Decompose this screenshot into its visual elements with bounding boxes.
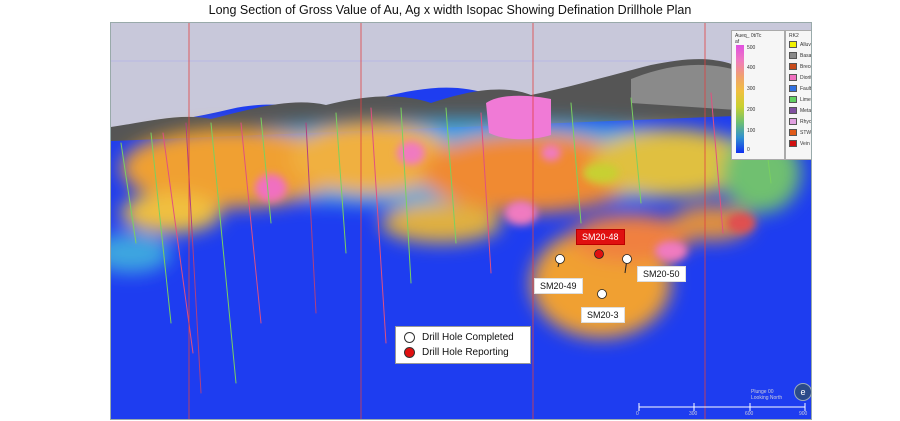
north-arrow-icon: e [794,383,811,401]
hole-label-sm20-48: SM20-48 [576,229,625,245]
rock-swatch [789,41,797,48]
colorbar-tick: 200 [747,107,756,113]
legend-reporting: Drill Hole Reporting [404,347,509,358]
rock-legend-item: Fault [789,85,811,92]
rock-legend-item: Vein [789,140,810,147]
rock-legend-label: Alluvium [800,41,812,48]
marker-sm20-50 [622,254,632,264]
rock-legend-label: Rhyolite [800,118,812,125]
value-colorbar: Aueq_ 0t/Tc af 500 400 300 200 100 0 [731,30,785,160]
long-section-view: SM20-48 SM20-49 SM20-50 SM20-3 Drill Hol… [110,22,812,420]
rock-legend-item: Metamorfic [789,107,812,114]
rock-legend-item: STW [789,129,811,136]
hole-label-sm20-50: SM20-50 [637,266,686,282]
rock-legend-label: Fault [800,85,812,92]
page-title: Long Section of Gross Value of Au, Ag x … [208,3,692,17]
hole-label-sm20-49: SM20-49 [534,278,583,294]
rock-legend-label: Vein [800,140,810,147]
rock-legend-item: Limestone [789,96,811,103]
scale-tick: 0 [636,411,639,417]
legend-completed: Drill Hole Completed [404,332,514,343]
rock-legend-item: Diorite [789,74,811,81]
scale-tick: 900 [799,411,808,417]
rock-legend-label: Breccia [800,63,811,70]
rock-legend-label: Limestone [800,96,811,103]
scale-tick: 300 [689,411,698,417]
rock-legend-label: Metamorfic [800,107,812,114]
rock-legend-label: STW [800,129,812,136]
colorbar-tick: 0 [747,147,750,153]
rock-swatch [789,107,797,114]
colorbar-tick: 400 [747,65,756,71]
rock-swatch [789,52,797,59]
scale-tick: 600 [745,411,754,417]
pink-lens [486,95,551,140]
north-label: Plunge 00 Looking North [751,389,783,401]
rock-swatch [789,85,797,92]
marker-sm20-48 [594,249,604,259]
rock-legend-item: Rhyolite [789,118,812,125]
drill-hole-legend: Drill Hole Completed Drill Hole Reportin… [395,326,531,364]
colorbar-tick: 100 [747,128,756,134]
colorbar-gradient [736,45,744,153]
rock-swatch [789,74,797,81]
hole-label-sm20-3: SM20-3 [581,307,625,323]
rock-swatch [789,63,797,70]
marker-sm20-49 [555,254,565,264]
rock-legend-item: Breccia [789,63,811,70]
rock-swatch [789,96,797,103]
marker-sm20-3 [597,289,607,299]
white-dot-icon [404,332,415,343]
rock-type-legend: RK2 AlluviumBasaltBrecciaDioriteFaultLim… [785,30,812,160]
rock-swatch [789,129,797,136]
rock-legend-item: Basalt [789,52,812,59]
red-dot-icon [404,347,415,358]
rock-legend-item: Alluvium [789,41,812,48]
colorbar-tick: 300 [747,86,756,92]
rock-legend-label: Diorite [800,74,811,81]
rock-swatch [789,118,797,125]
colorbar-tick: 500 [747,45,756,51]
rock-swatch [789,140,797,147]
rock-legend-label: Basalt [800,52,812,59]
